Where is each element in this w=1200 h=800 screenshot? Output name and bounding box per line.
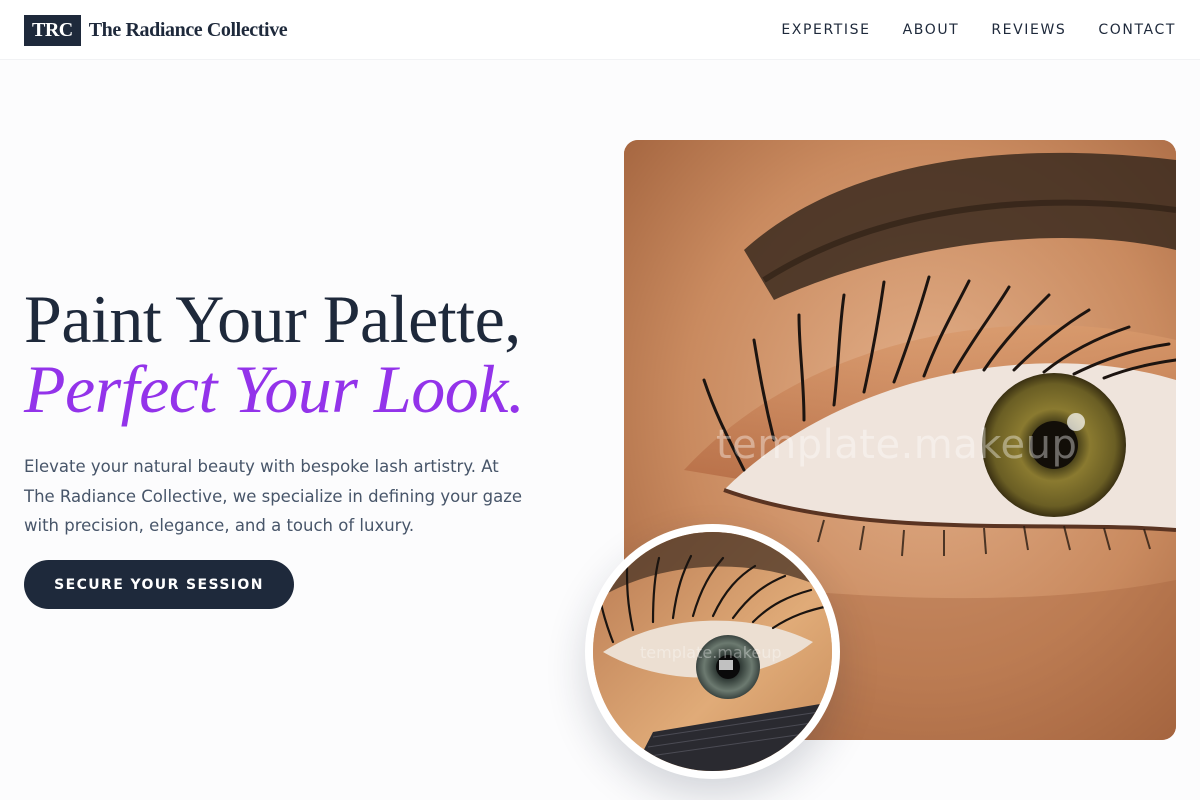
secure-session-button[interactable]: SECURE YOUR SESSION xyxy=(24,560,294,609)
lash-detail-photo xyxy=(585,524,840,779)
site-header: TRC The Radiance Collective EXPERTISE AB… xyxy=(0,0,1200,60)
logo-mark: TRC xyxy=(24,14,81,46)
nav-about[interactable]: ABOUT xyxy=(903,20,960,40)
nav-reviews[interactable]: REVIEWS xyxy=(991,20,1066,40)
brand-name: The Radiance Collective xyxy=(88,18,288,41)
main-nav: EXPERTISE ABOUT REVIEWS CONTACT xyxy=(781,20,1176,40)
brand-logo[interactable]: TRC The Radiance Collective xyxy=(24,14,288,46)
hero-title: Paint Your Palette, Perfect Your Look. xyxy=(24,281,525,427)
nav-expertise[interactable]: EXPERTISE xyxy=(781,20,870,40)
nav-contact[interactable]: CONTACT xyxy=(1098,20,1176,40)
hero-title-line-1: Paint Your Palette, xyxy=(24,281,521,357)
hero-title-line-2: Perfect Your Look. xyxy=(24,351,525,427)
hero-description: Elevate your natural beauty with bespoke… xyxy=(24,457,523,535)
